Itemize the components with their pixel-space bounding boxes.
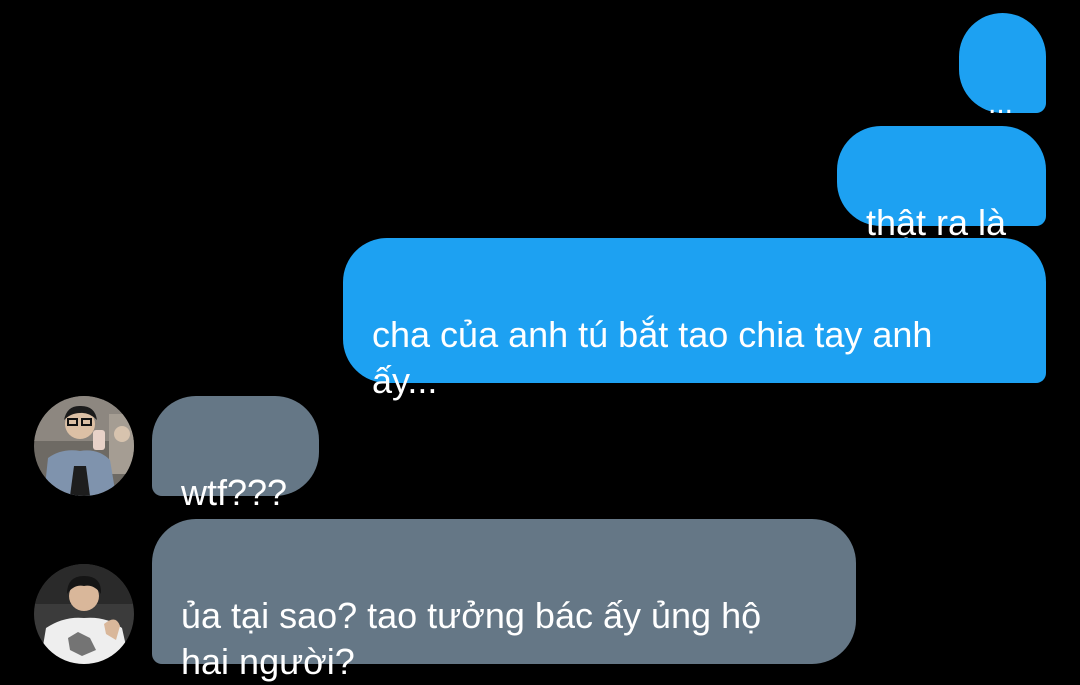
message-bubble-sent[interactable]: cha của anh tú bắt tao chia tay anh ấy..… bbox=[343, 238, 1046, 401]
message-text: thật ra là bbox=[866, 202, 1007, 243]
message-bubble-received[interactable]: wtf??? bbox=[152, 396, 319, 513]
message-text: cha của anh tú bắt tao chia tay anh ấy..… bbox=[372, 314, 933, 401]
message-text: ... bbox=[988, 87, 1014, 120]
person-with-glasses-avatar[interactable] bbox=[34, 396, 134, 496]
message-bubble-received[interactable]: ủa tại sao? tao tưởng bác ấy ủng hộ hai … bbox=[152, 519, 856, 682]
message-text: wtf??? bbox=[181, 472, 288, 513]
message-text: ủa tại sao? tao tưởng bác ấy ủng hộ hai … bbox=[181, 595, 762, 682]
message-bubble-sent[interactable]: thật ra là bbox=[837, 126, 1046, 243]
person-in-white-shirt-avatar[interactable] bbox=[34, 564, 134, 664]
message-bubble-sent[interactable]: ... bbox=[959, 13, 1046, 119]
